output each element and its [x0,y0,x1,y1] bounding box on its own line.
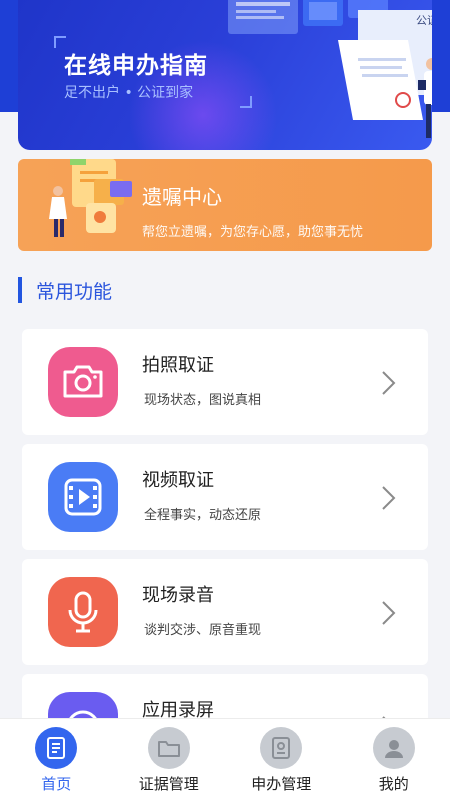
feature-subtitle: 现场状态，图说真相 [144,393,262,408]
feature-audio-recording[interactable]: 现场录音 谈判交涉、原音重现 [22,559,428,665]
camera-icon [48,347,118,417]
chevron-right-icon [382,486,396,510]
tab-label: 申办管理 [251,775,312,793]
banner-title: 在线申办指南 [64,53,208,79]
section-title: 常用功能 [36,280,113,303]
tab-applications[interactable]: 申办管理 [225,719,338,800]
tab-evidence[interactable]: 证据管理 [113,719,226,800]
tab-profile[interactable]: 我的 [338,719,450,800]
user-icon [372,727,415,769]
feature-subtitle: 谈判交涉、原音重现 [144,623,262,638]
will-center-title: 遗嘱中心 [142,185,222,209]
will-illustration [49,159,132,237]
feature-title: 现场录音 [142,585,214,606]
will-center-subtitle: 帮您立遗嘱，为您存心愿，助您事无忧 [142,225,364,240]
folder-icon [147,727,190,769]
chevron-right-icon [382,601,396,625]
feature-video-evidence[interactable]: 视频取证 全程事实，动态还原 [22,444,428,550]
tab-label: 我的 [378,775,409,793]
tab-home[interactable]: 首页 [0,719,113,800]
tab-label: 证据管理 [138,775,199,793]
feature-subtitle: 全程事实，动态还原 [144,508,262,523]
app-screen: 在线申办指南 足不出户 • 公证到家 公证 遗嘱中心 帮您立遗嘱，为您存心愿，助… [0,0,450,800]
section-accent-bar [18,277,22,303]
home-doc-icon [35,727,78,769]
certificate-icon [260,727,303,769]
section-header: 常用功能 [18,276,112,304]
chevron-right-icon [382,371,396,395]
will-center-card[interactable]: 遗嘱中心 帮您立遗嘱，为您存心愿，助您事无忧 [18,159,432,251]
art-document-label: 公证 [416,14,432,27]
bottom-tab-bar: 首页 证据管理 申办管理 我的 [0,718,450,800]
banner-subtitle: 足不出户 • 公证到家 [64,85,194,101]
notary-illustration: 公证 [228,0,432,138]
tab-label: 首页 [41,775,72,793]
video-icon [48,462,118,532]
microphone-icon [48,577,118,647]
guide-banner[interactable]: 在线申办指南 足不出户 • 公证到家 公证 [18,0,432,150]
feature-title: 拍照取证 [142,355,214,376]
feature-photo-evidence[interactable]: 拍照取证 现场状态，图说真相 [22,329,428,435]
feature-title: 视频取证 [142,470,214,491]
